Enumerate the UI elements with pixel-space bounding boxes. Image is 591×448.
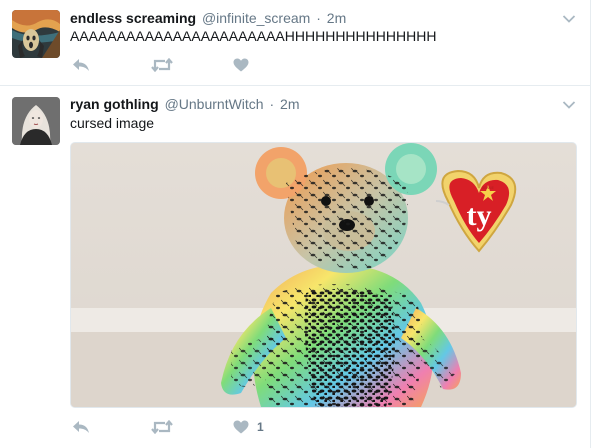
- tweet[interactable]: endless screaming @infinite_scream · 2m …: [0, 0, 590, 86]
- beanie-bear-photo: ty BEANIE: [71, 143, 576, 407]
- header-separator: ·: [269, 96, 275, 112]
- tweet-menu-caret[interactable]: [562, 97, 576, 109]
- tag-brand-text: ty: [467, 199, 492, 232]
- tweet-fullname[interactable]: endless screaming: [70, 10, 196, 26]
- tweet-timestamp[interactable]: 2m: [327, 10, 346, 26]
- heart-icon: [233, 58, 249, 72]
- tweet-timestamp[interactable]: 2m: [280, 96, 299, 112]
- scream-painting-avatar: [12, 10, 60, 58]
- chevron-down-icon: [562, 101, 576, 109]
- user-avatar[interactable]: [12, 10, 60, 58]
- retweet-icon: [151, 58, 173, 72]
- header-separator: ·: [316, 10, 321, 26]
- tweet-header: endless screaming @infinite_scream · 2m: [70, 9, 346, 27]
- heart-icon: [233, 420, 249, 434]
- tweet-username[interactable]: @UnburntWitch: [165, 96, 264, 112]
- profile-photo-avatar: [12, 97, 60, 145]
- retweet-button[interactable]: [151, 417, 173, 437]
- tweet-text: cursed image: [70, 115, 155, 131]
- retweet-button[interactable]: [151, 55, 173, 75]
- like-button[interactable]: [233, 55, 249, 75]
- retweet-icon: [151, 420, 173, 434]
- reply-icon: [73, 421, 89, 433]
- tweet-media-photo[interactable]: ty BEANIE: [70, 142, 577, 408]
- tweet[interactable]: ryan gothling @UnburntWitch · 2m cursed …: [0, 86, 590, 448]
- like-count: 1: [257, 420, 264, 434]
- tweet-text: AAAAAAAAAAAAAAAAAAAAAAAHHHHHHHHHHHHHHH: [70, 28, 437, 44]
- like-button[interactable]: 1: [233, 417, 264, 437]
- tweet-menu-caret[interactable]: [562, 11, 576, 23]
- tweet-fullname[interactable]: ryan gothling: [70, 96, 159, 112]
- tag-badge-text: BEANIE: [482, 186, 494, 190]
- reply-button[interactable]: [72, 55, 90, 75]
- tweet-header: ryan gothling @UnburntWitch · 2m: [70, 95, 300, 113]
- chevron-down-icon: [562, 15, 576, 23]
- reply-icon: [73, 59, 89, 71]
- user-avatar[interactable]: [12, 97, 60, 145]
- tweet-username[interactable]: @infinite_scream: [202, 10, 310, 26]
- reply-button[interactable]: [72, 417, 90, 437]
